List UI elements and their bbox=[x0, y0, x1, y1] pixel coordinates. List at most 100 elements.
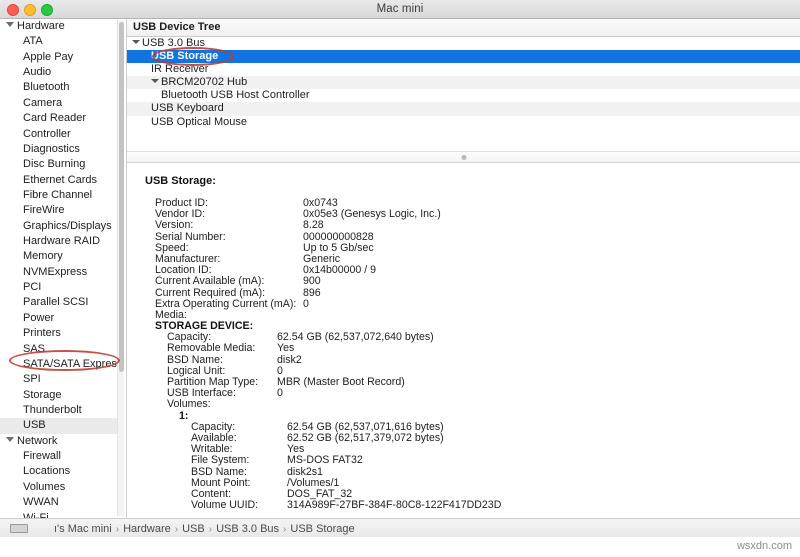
sidebar-item-ethernet-cards[interactable]: Ethernet Cards bbox=[0, 173, 118, 188]
disclosure-triangle-icon[interactable] bbox=[6, 436, 14, 442]
volume-properties-list: Capacity: 62.54 GB (62,537,071,616 bytes)… bbox=[145, 421, 800, 512]
sidebar-item-label: Thunderbolt bbox=[23, 403, 82, 416]
sidebar-item-label: Firewall bbox=[23, 450, 61, 463]
sidebar-item-diagnostics[interactable]: Diagnostics bbox=[0, 142, 118, 157]
sidebar-item-ata[interactable]: ATA bbox=[0, 34, 118, 49]
sidebar-item-usb[interactable]: USB bbox=[0, 418, 118, 434]
property-row: Mount Point:/Volumes/1 bbox=[145, 477, 800, 489]
sidebar-item-thunderbolt[interactable]: Thunderbolt bbox=[0, 403, 118, 418]
sidebar-item-wi-fi[interactable]: Wi-Fi bbox=[0, 511, 118, 519]
close-button-icon[interactable] bbox=[7, 4, 19, 16]
usb-device-tree-header: USB Device Tree bbox=[127, 19, 800, 37]
storage-device-heading: STORAGE DEVICE: bbox=[155, 320, 254, 333]
sidebar-item-disc-burning[interactable]: Disc Burning bbox=[0, 157, 118, 172]
sidebar-item-label: Hardware RAID bbox=[23, 235, 101, 248]
property-value: 8.28 bbox=[303, 219, 324, 232]
sidebar-group-label: Network bbox=[17, 434, 58, 447]
sidebar-item-wwan[interactable]: WWAN bbox=[0, 495, 118, 510]
breadcrumb-separator-icon: › bbox=[208, 523, 213, 535]
disclosure-triangle-icon[interactable] bbox=[132, 40, 140, 44]
sidebar-item-label: SPI bbox=[23, 373, 41, 386]
sidebar-item-pci[interactable]: PCI bbox=[0, 280, 118, 295]
tree-row-usb-3-0-bus[interactable]: USB 3.0 Bus bbox=[127, 37, 800, 50]
storage-device-properties-list: Capacity: 62.54 GB (62,537,072,640 bytes)… bbox=[145, 331, 800, 411]
sidebar-item-label: Apple Pay bbox=[23, 50, 74, 63]
property-value: 62.54 GB (62,537,072,640 bytes) bbox=[277, 331, 434, 344]
property-row: Volume UUID: 314A989F-27BF-384F-80C8-122F… bbox=[145, 499, 800, 511]
sidebar-item-graphics-displays[interactable]: Graphics/Displays bbox=[0, 219, 118, 234]
splitter-handle-icon[interactable] bbox=[461, 155, 466, 160]
sidebar-item-firewall[interactable]: Firewall bbox=[0, 449, 118, 464]
sidebar-toggle-icon[interactable] bbox=[10, 524, 28, 533]
tree-row-brcm20702-hub[interactable]: BRCM20702 Hub bbox=[127, 76, 800, 90]
property-row: Capacity: 62.54 GB (62,537,071,616 bytes) bbox=[145, 421, 800, 433]
maximize-button-icon[interactable] bbox=[41, 4, 53, 16]
sidebar-item-storage[interactable]: Storage bbox=[0, 388, 118, 403]
sidebar-item-hardware-raid[interactable]: Hardware RAID bbox=[0, 234, 118, 249]
outer-background-strip bbox=[0, 537, 800, 557]
sidebar-scrollbar[interactable] bbox=[117, 20, 124, 516]
property-key: Removable Media: bbox=[167, 342, 256, 355]
breadcrumb[interactable]: ı's Mac mini › Hardware › USB › USB 3.0 Bus › US… bbox=[54, 523, 355, 535]
sidebar-group-label: Hardware bbox=[17, 20, 65, 32]
property-row: BSD Name: disk2s1 bbox=[145, 465, 800, 478]
sidebar-item-volumes[interactable]: Volumes bbox=[0, 480, 118, 495]
sidebar-item-audio[interactable]: Audio bbox=[0, 65, 118, 80]
outer-watermark: wsxdn.com bbox=[736, 540, 792, 552]
sidebar-item-nvmexpress[interactable]: NVMExpress bbox=[0, 265, 118, 280]
sidebar[interactable]: Hardware ATA Apple Pay Audio Bluetooth Camera… bbox=[0, 19, 127, 518]
sidebar-item-card-reader[interactable]: Card Reader bbox=[0, 111, 118, 126]
sidebar-item-controller[interactable]: Controller bbox=[0, 127, 118, 142]
property-row: Available: 62.52 GB (62,517,379,072 bytes… bbox=[145, 432, 800, 444]
pane-splitter[interactable] bbox=[127, 151, 800, 163]
tree-row-usb-optical-mouse[interactable]: USB Optical Mouse bbox=[127, 116, 800, 129]
sidebar-item-parallel-scsi[interactable]: Parallel SCSI bbox=[0, 295, 118, 310]
breadcrumb-item[interactable]: USB bbox=[182, 523, 205, 535]
breadcrumb-item[interactable]: ı's Mac mini bbox=[54, 523, 112, 535]
sidebar-group-hardware[interactable]: Hardware bbox=[0, 19, 118, 34]
property-key: BSD Name: bbox=[191, 465, 247, 478]
breadcrumb-item[interactable]: USB 3.0 Bus bbox=[216, 523, 279, 535]
window-titlebar[interactable]: Mac mini bbox=[0, 0, 800, 19]
sidebar-item-label: Bluetooth bbox=[23, 81, 70, 94]
minimize-button-icon[interactable] bbox=[24, 4, 36, 16]
tree-row-bluetooth-usb-host-controller[interactable]: Bluetooth USB Host Controller bbox=[127, 89, 800, 102]
sidebar-list[interactable]: Hardware ATA Apple Pay Audio Bluetooth Camera… bbox=[0, 19, 122, 519]
property-row: USB Interface: 0 bbox=[145, 387, 800, 399]
sidebar-item-camera[interactable]: Camera bbox=[0, 96, 118, 111]
usb-device-tree[interactable]: USB 3.0 Bus USB Storage IR Receiver BRCM207… bbox=[127, 37, 800, 151]
sidebar-item-memory[interactable]: Memory bbox=[0, 249, 118, 264]
breadcrumb-separator-icon: › bbox=[174, 523, 179, 535]
sidebar-item-bluetooth[interactable]: Bluetooth bbox=[0, 80, 118, 95]
sidebar-group-network[interactable]: Network bbox=[0, 434, 118, 449]
tree-row-usb-keyboard[interactable]: USB Keyboard bbox=[127, 102, 800, 116]
sidebar-item-sata-sata-express[interactable]: SATA/SATA Express bbox=[0, 357, 122, 372]
breadcrumb-item[interactable]: Hardware bbox=[123, 523, 171, 535]
property-key: Current Available (mA): bbox=[155, 275, 265, 288]
detail-pane: USB Storage: Product ID: 0x0743 Vendor ID:… bbox=[127, 163, 800, 518]
sidebar-item-firewire[interactable]: FireWire bbox=[0, 203, 118, 218]
disclosure-triangle-icon[interactable] bbox=[151, 79, 159, 84]
breadcrumb-item[interactable]: USB Storage bbox=[290, 523, 354, 535]
sidebar-item-label: Memory bbox=[23, 250, 63, 263]
screenshot-root: Mac mini Hardware ATA Apple Pay Audio Blueto… bbox=[0, 0, 800, 557]
sidebar-item-spi[interactable]: SPI bbox=[0, 372, 118, 387]
sidebar-item-label: Volumes bbox=[23, 480, 66, 493]
sidebar-item-locations[interactable]: Locations bbox=[0, 464, 118, 479]
sidebar-scrollbar-thumb[interactable] bbox=[119, 22, 124, 372]
sidebar-item-label: Camera bbox=[23, 96, 63, 109]
sidebar-item-power[interactable]: Power bbox=[0, 311, 118, 326]
sidebar-item-label: SAS bbox=[23, 342, 46, 355]
tree-row-ir-receiver[interactable]: IR Receiver bbox=[127, 63, 800, 76]
sidebar-item-fibre-channel[interactable]: Fibre Channel bbox=[0, 188, 118, 203]
sidebar-item-label: Card Reader bbox=[23, 112, 86, 125]
sidebar-item-sas[interactable]: SAS bbox=[0, 342, 118, 357]
sidebar-item-label: Controller bbox=[23, 127, 71, 140]
disclosure-triangle-icon[interactable] bbox=[6, 22, 14, 27]
sidebar-item-printers[interactable]: Printers bbox=[0, 326, 118, 341]
sidebar-item-label: Fibre Channel bbox=[23, 188, 93, 201]
sidebar-item-apple-pay[interactable]: Apple Pay bbox=[0, 50, 118, 65]
volume-heading: 1: bbox=[179, 409, 189, 422]
property-value: 900 bbox=[303, 275, 321, 288]
tree-row-usb-storage[interactable]: USB Storage bbox=[127, 50, 800, 64]
